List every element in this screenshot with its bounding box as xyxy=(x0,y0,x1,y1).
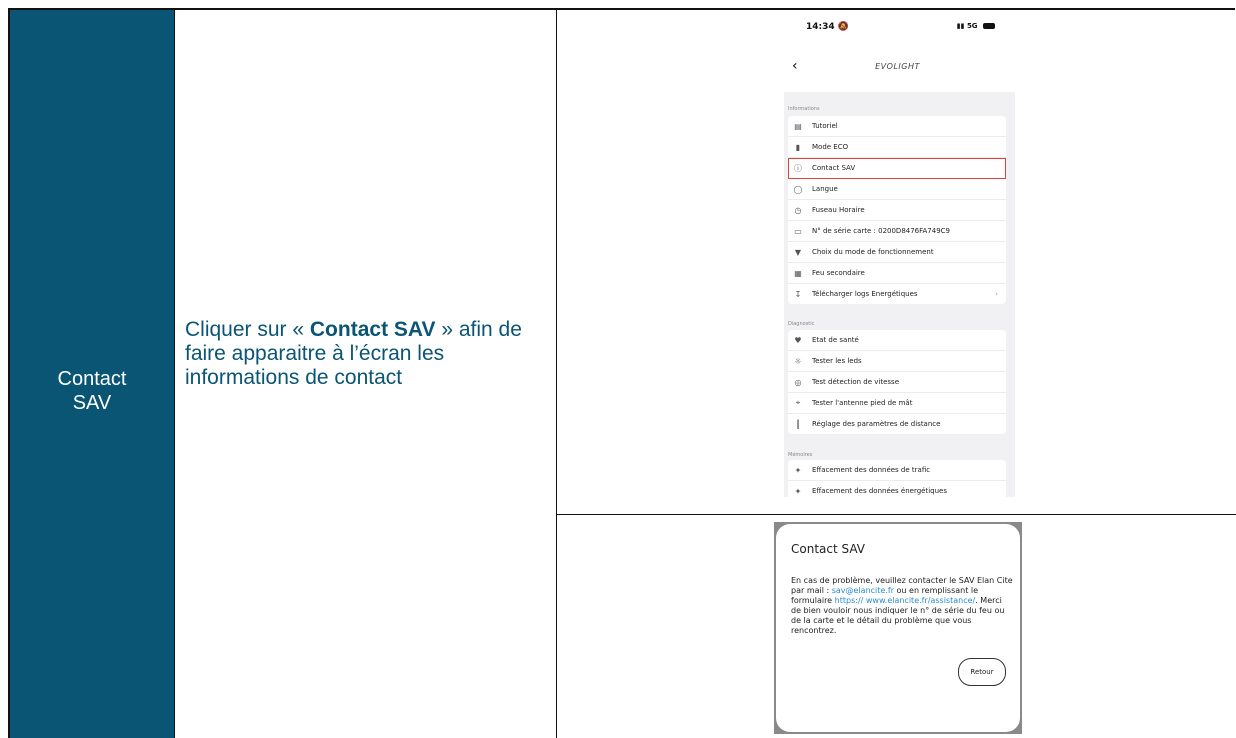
section-heading: Informations xyxy=(788,106,820,112)
retour-button[interactable]: Retour xyxy=(958,658,1006,686)
contact-sav-dialog: Contact SAV En cas de problème, veuillez… xyxy=(776,524,1020,732)
list-item[interactable]: ◯ Langue xyxy=(788,179,1006,200)
section-heading: Mémoires xyxy=(788,452,813,458)
sun-icon: ☼ xyxy=(794,356,802,366)
list-item[interactable]: ◎ Test détection de vitesse xyxy=(788,372,1006,393)
list-item[interactable]: ↧ Télécharger logs Energétiques › xyxy=(788,284,1006,304)
heart-icon: ♥ xyxy=(794,335,802,345)
battery-status-icon xyxy=(983,23,995,29)
list-item[interactable]: ⌖ Tester l'antenne pied de mât xyxy=(788,393,1006,414)
row-label: Contact SAV xyxy=(57,368,127,414)
globe-icon: ◯ xyxy=(793,184,803,194)
list-item-contact-sav[interactable]: ⓘ Contact SAV xyxy=(788,158,1006,179)
instruction-before: Cliquer sur « xyxy=(185,318,310,341)
antenna-icon: ⌖ xyxy=(795,398,801,407)
dialog-title: Contact SAV xyxy=(791,542,865,556)
status-time: 14:34 🔕 xyxy=(806,22,850,32)
list-item[interactable]: ┃ Réglage des paramètres de distance xyxy=(788,414,1006,434)
dialog-screenshot: Contact SAV En cas de problème, veuillez… xyxy=(774,522,1022,734)
row-label-cell: Contact SAV xyxy=(10,10,175,738)
traffic-light-icon: ▦ xyxy=(794,268,802,278)
list-item[interactable]: ◷ Fuseau Horaire xyxy=(788,200,1006,221)
broom-icon: ✦ xyxy=(794,465,802,475)
book-icon: ▤ xyxy=(794,121,802,131)
settings-card-diagnostic: ♥ Etat de santé ☼ Tester les leds ◎ Test dé… xyxy=(788,330,1006,434)
instruction-text: Cliquer sur « Contact SAV » afin de fair… xyxy=(185,318,545,390)
download-icon: ↧ xyxy=(794,289,802,299)
laptop-icon: ▭ xyxy=(794,226,802,236)
list-item[interactable]: ✦ Effacement des données énergétiques xyxy=(788,481,1006,497)
list-item[interactable]: ♥ Etat de santé xyxy=(788,330,1006,351)
dialog-body: En cas de problème, veuillez contacter l… xyxy=(791,576,1013,635)
signal-icon: ▮▮ xyxy=(956,22,965,30)
list-item[interactable]: ▤ Tutoriel xyxy=(788,116,1006,137)
broom-energy-icon: ✦ xyxy=(794,486,802,496)
list-item[interactable]: ✦ Effacement des données de trafic xyxy=(788,460,1006,481)
clock-icon: ◷ xyxy=(794,205,802,215)
plug-icon: ▼ xyxy=(794,247,802,257)
battery-icon: ▮ xyxy=(795,142,801,152)
email-link[interactable]: sav@elancite.fr xyxy=(832,586,894,595)
list-item[interactable]: ☼ Tester les leds xyxy=(788,351,1006,372)
form-link[interactable]: https:// www.elancite.fr/assistance/ xyxy=(835,596,976,605)
speed-icon: ◎ xyxy=(794,377,802,387)
bell-off-icon: 🔕 xyxy=(837,22,850,32)
section-heading: Diagnostic xyxy=(788,321,815,327)
settings-card-memoires: ✦ Effacement des données de trafic ✦ Effac… xyxy=(788,460,1006,497)
phone-screenshot: 14:34 🔕 ▮▮ 5G ‹ EVOLIGHT Informations ▤ T… xyxy=(780,14,1015,497)
list-item[interactable]: ▮ Mode ECO xyxy=(788,137,1006,158)
pole-icon: ┃ xyxy=(795,419,801,429)
chevron-right-icon: › xyxy=(995,290,998,298)
instruction-bold: Contact SAV xyxy=(309,318,436,341)
status-indicators: ▮▮ 5G xyxy=(957,22,995,30)
list-item[interactable]: ▦ Feu secondaire xyxy=(788,263,1006,284)
list-item[interactable]: ▭ N° de série carte : 0200D8476FA749C9 xyxy=(788,221,1006,242)
instruction-cell: Cliquer sur « Contact SAV » afin de fair… xyxy=(175,10,557,738)
list-item[interactable]: ▼ Choix du mode de fonctionnement xyxy=(788,242,1006,263)
app-title: EVOLIGHT xyxy=(875,62,920,71)
help-icon: ⓘ xyxy=(794,163,802,173)
row-divider xyxy=(557,514,1236,515)
network-label: 5G xyxy=(966,22,978,30)
settings-card-informations: ▤ Tutoriel ▮ Mode ECO ⓘ Contact SAV ◯ Langue… xyxy=(788,116,1006,304)
